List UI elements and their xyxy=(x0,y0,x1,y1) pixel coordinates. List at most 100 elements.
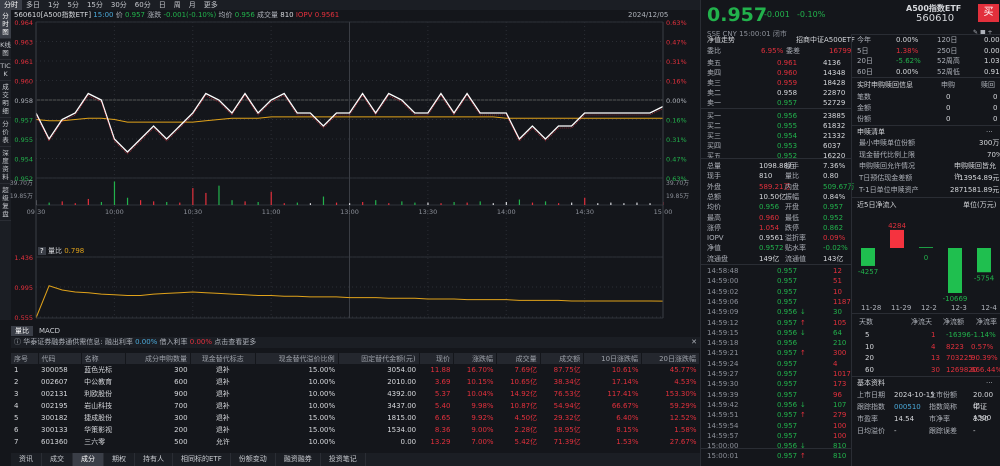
table-cell: 15.00% xyxy=(308,366,336,374)
volume-ratio-label: 量比 xyxy=(47,247,62,255)
table-cell: 退补 xyxy=(215,402,230,410)
table-cell: 5 xyxy=(14,414,19,422)
table-cell: 66.67% xyxy=(611,402,639,410)
sub-chart-header: ? 量比 0.798 xyxy=(38,247,84,256)
table-row[interactable]: 3 002131 利欧股份 900 退补 10.00% 4392.00 5.37 10.04% 1… xyxy=(11,388,700,400)
pct-axis-label: 0.63% xyxy=(666,19,687,27)
table-cell: 3.69 xyxy=(434,378,451,386)
volume-bar xyxy=(375,200,377,205)
table-row[interactable]: 1 300058 蓝色光标 300 退补 15.00% 3054.00 11.88 16.70%… xyxy=(11,364,700,376)
bottom-tab[interactable]: 资讯 xyxy=(11,453,42,466)
table-header[interactable]: 现价 xyxy=(419,353,454,364)
price-axis-label: 0.961 xyxy=(14,58,33,66)
table-cell: 11.88 xyxy=(430,366,451,374)
intraday-chart[interactable]: 0.964 0.63% 0.963 0.47% 0.961 0.31% 0.960 0.16%… xyxy=(0,0,700,330)
table-cell: 12.52% xyxy=(669,414,697,422)
basic-label: 跟踪误差 xyxy=(929,427,957,435)
ratio-axis-label: 1.436 xyxy=(14,254,33,262)
table-row[interactable]: 2 002607 中公教育 600 退补 10.00% 2010.00 3.69 10.15% 1… xyxy=(11,376,700,388)
table-cell: 退补 xyxy=(215,426,230,434)
basic-value: 14.54 xyxy=(894,415,915,423)
realtime-sub-value: 0 xyxy=(946,115,951,123)
table-cell: 8.15% xyxy=(616,426,639,434)
table-cell: 4 xyxy=(14,402,19,410)
volume-bar xyxy=(113,181,116,205)
volume-bar xyxy=(48,202,50,205)
table-header[interactable]: 10日涨跌幅 xyxy=(583,353,643,364)
volume-bar xyxy=(518,199,521,205)
basic-label: 市净率 xyxy=(929,415,950,423)
table-cell: 9.00% xyxy=(471,426,494,434)
flow-net-days: 30 xyxy=(931,365,940,374)
inflow-bar-label: -4257 xyxy=(858,268,878,276)
table-cell: 2 xyxy=(14,378,19,386)
bottom-tab[interactable]: 持有人 xyxy=(135,453,173,466)
table-header[interactable]: 固定替代金额(元) xyxy=(338,353,420,364)
table-header[interactable]: 20日涨跌幅 xyxy=(641,353,700,364)
table-header[interactable]: 代码 xyxy=(38,353,82,364)
inflow-bar-label: 4284 xyxy=(888,222,906,230)
flow-days: 10 xyxy=(865,342,874,351)
bottom-tabs: 资讯 成交 成分 期权 持有人 相同标的ETF 份额变动 融资融券 投资笔记 xyxy=(11,453,700,466)
volume-bar xyxy=(453,201,455,205)
help-icon[interactable]: ? xyxy=(38,247,46,255)
bottom-tab[interactable]: 融资融券 xyxy=(276,453,321,466)
table-cell: 17.14% xyxy=(611,378,639,386)
price-axis-label: 0.955 xyxy=(14,136,33,144)
divider xyxy=(852,77,1000,78)
volume-bar xyxy=(153,201,155,205)
basic-label: 上市日期 xyxy=(857,391,885,399)
volume-bar xyxy=(244,201,246,205)
lend-rate: 0.00% xyxy=(135,338,158,346)
perf-label: 今年 xyxy=(857,36,871,44)
table-header[interactable]: 现金替代标志 xyxy=(190,353,256,364)
table-header[interactable]: 成分申购数量 xyxy=(125,353,192,364)
bottom-tab[interactable]: 投资笔记 xyxy=(321,453,366,466)
close-icon[interactable]: ✕ xyxy=(691,337,697,348)
volume-bar xyxy=(205,192,207,205)
margin-info-bar[interactable]: ⓘ 华泰证券融券通供需信息: 融出利率 0.00% 借入利率 0.00% 点击查… xyxy=(11,337,700,348)
flow-net-amount: 8223 xyxy=(946,342,964,351)
table-header[interactable]: 名称 xyxy=(81,353,127,364)
bottom-tab[interactable]: 相同标的ETF xyxy=(173,453,231,466)
inflow-bar xyxy=(948,248,962,293)
perf-label: 20日 xyxy=(857,57,873,65)
bottom-tab[interactable]: 份额变动 xyxy=(231,453,276,466)
table-cell: 捷成股份 xyxy=(84,414,113,422)
table-row[interactable]: 6 300133 华策影视 200 退补 15.00% 1534.00 8.36 9.00% 2.… xyxy=(11,424,700,436)
bottom-tab[interactable]: 成分 xyxy=(73,453,104,466)
flow-header: 净流天 xyxy=(911,318,932,326)
quote-panel: 0.957 -0.001 -0.10% A500指数ETF 560610 买 S… xyxy=(700,0,1000,466)
indicator-tab-macd[interactable]: MACD xyxy=(33,326,66,336)
tick-time: 15:00:01 xyxy=(707,452,739,461)
redeem-label: 赎回 xyxy=(981,81,995,89)
table-row[interactable]: 7 601360 三六零 500 允许 10.00% 0.00 13.29 7.00% 5.42亿… xyxy=(11,436,700,448)
buy-button[interactable]: 买 xyxy=(978,4,999,22)
table-cell: 002131 xyxy=(41,390,68,398)
volume-axis-label: 39.70万 xyxy=(666,180,689,187)
view-more-link[interactable]: 点击查看更多 xyxy=(214,338,256,346)
table-row[interactable]: 5 300182 捷成股份 300 退补 15.00% 1815.00 6.65 9.92% 4.… xyxy=(11,412,700,424)
pct-axis-label: 0.00% xyxy=(666,97,687,105)
table-header[interactable]: 成交额 xyxy=(540,353,585,364)
table-header[interactable]: 序号 xyxy=(11,353,39,364)
flow-header: 净流率 xyxy=(976,318,997,326)
table-header[interactable]: 现金替代溢价比例 xyxy=(255,353,339,364)
bottom-tab[interactable]: 期权 xyxy=(104,453,135,466)
volume-bar xyxy=(335,202,338,205)
volume-bar xyxy=(558,203,560,205)
perf-value: 0.00% xyxy=(984,46,1000,55)
volume-bar xyxy=(140,200,142,205)
divider xyxy=(852,376,1000,377)
realtime-sub-value: 0 xyxy=(946,93,951,101)
indicator-tab-volume-ratio[interactable]: 量比 xyxy=(11,326,33,336)
table-row[interactable]: 4 002195 岩山科技 700 退补 10.00% 3437.00 5.40 9.98% 10… xyxy=(11,400,700,412)
bottom-tab[interactable]: 成交 xyxy=(42,453,73,466)
table-cell: 10.61% xyxy=(611,366,639,374)
table-header[interactable]: 涨跌幅 xyxy=(453,353,498,364)
commission-diff: 16799 xyxy=(829,47,852,55)
table-cell: 27.67% xyxy=(669,438,697,446)
table-header[interactable]: 成交量 xyxy=(496,353,541,364)
flow-days: 60 xyxy=(865,365,874,374)
flow-net-rate: -1.14% xyxy=(971,331,996,339)
